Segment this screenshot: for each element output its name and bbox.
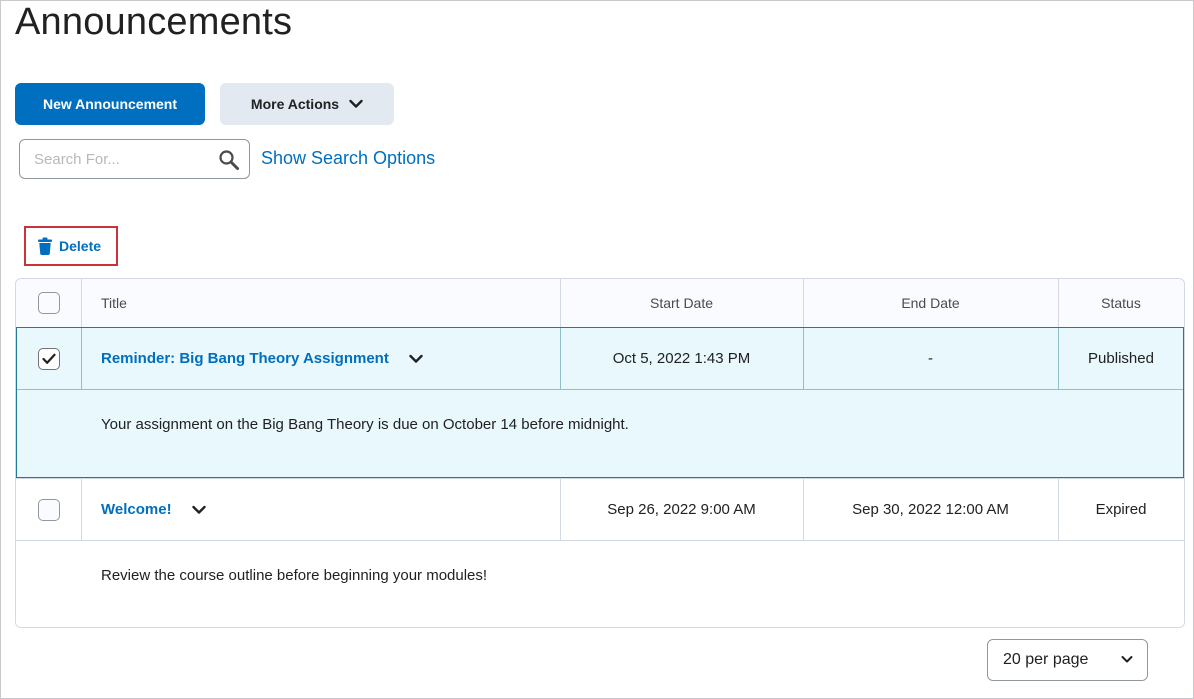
header-checkbox-cell (16, 279, 81, 327)
announcements-table: Title Start Date End Date Status Reminde… (15, 278, 1185, 628)
table-row: Welcome! Sep 26, 2022 9:00 AM Sep 30, 20… (16, 478, 1184, 541)
chevron-down-icon (349, 99, 363, 108)
search-input[interactable] (21, 141, 211, 177)
row-start-date: Oct 5, 2022 1:43 PM (612, 350, 751, 367)
row-status: Published (1088, 350, 1154, 367)
row-detail: Review the course outline before beginni… (16, 541, 1184, 627)
more-actions-button[interactable]: More Actions (220, 83, 394, 125)
announcement-body: Review the course outline before beginni… (101, 567, 488, 584)
chevron-down-icon (191, 505, 206, 514)
select-all-checkbox[interactable] (37, 292, 60, 314)
per-page-value: 20 per page (1003, 651, 1089, 668)
row-checkbox-cell (16, 479, 81, 540)
header-title[interactable]: Title (81, 279, 560, 327)
row-actions-chevron[interactable] (407, 350, 425, 368)
delete-label: Delete (59, 238, 102, 254)
announcement-title-link[interactable]: Reminder: Big Bang Theory Assignment (101, 350, 389, 367)
chevron-down-icon (1121, 656, 1133, 663)
new-announcement-button[interactable]: New Announcement (15, 83, 205, 125)
per-page-select[interactable]: 20 per page (987, 639, 1148, 681)
row-title-cell: Reminder: Big Bang Theory Assignment (81, 328, 560, 389)
table-row: Reminder: Big Bang Theory Assignment Oct… (16, 328, 1184, 390)
delete-button[interactable]: Delete (24, 226, 118, 266)
search-icon[interactable] (218, 149, 240, 171)
page-title: Announcements (15, 1, 293, 43)
header-end-date[interactable]: End Date (803, 279, 1058, 327)
announcement-body: Your assignment on the Big Bang Theory i… (101, 416, 629, 433)
row-actions-chevron[interactable] (190, 501, 208, 519)
row-detail: Your assignment on the Big Bang Theory i… (16, 390, 1184, 478)
show-search-options-link[interactable]: Show Search Options (261, 148, 435, 169)
announcement-title-link[interactable]: Welcome! (101, 501, 172, 518)
trash-icon (38, 237, 52, 255)
row-status: Expired (1095, 501, 1147, 518)
table-header-row: Title Start Date End Date Status (16, 279, 1184, 328)
row-start-date: Sep 26, 2022 9:00 AM (607, 501, 756, 518)
header-start-date[interactable]: Start Date (560, 279, 803, 327)
row-checkbox[interactable] (37, 498, 60, 521)
row-checkbox[interactable] (37, 347, 60, 370)
row-checkbox-cell (16, 328, 81, 389)
row-title-cell: Welcome! (81, 479, 560, 540)
row-end-date: Sep 30, 2022 12:00 AM (852, 501, 1009, 518)
header-status[interactable]: Status (1058, 279, 1184, 327)
search-box (19, 139, 250, 179)
chevron-down-icon (409, 354, 423, 363)
row-end-date: - (928, 350, 933, 367)
more-actions-label: More Actions (250, 96, 340, 112)
checkmark-icon (41, 353, 56, 364)
